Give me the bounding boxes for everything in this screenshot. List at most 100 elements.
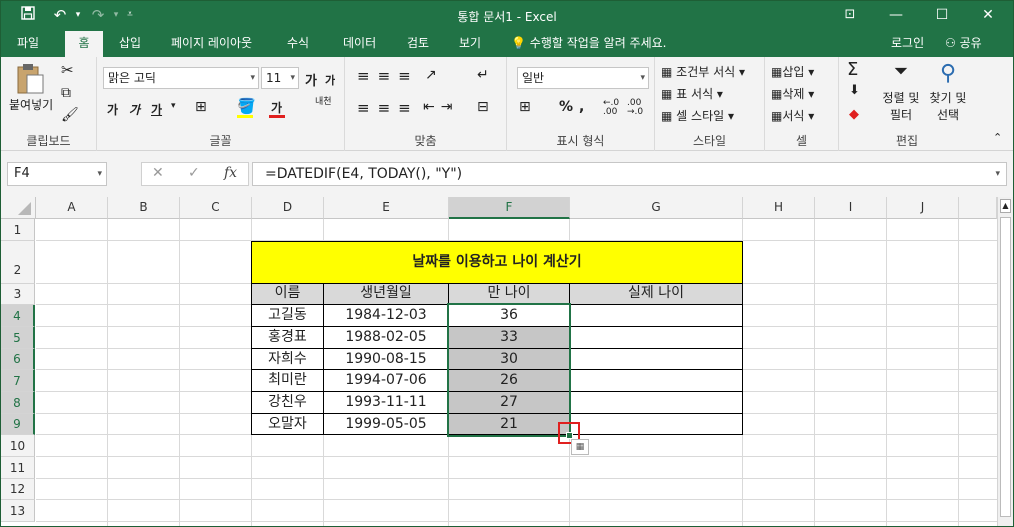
cut-icon[interactable]: ✂ [61,61,74,79]
column-header-b[interactable]: B [108,197,180,219]
decrease-decimal-icon[interactable]: .00 →.0 [627,99,643,117]
italic-button[interactable]: 가 [129,101,140,118]
restore-button[interactable]: ☐ [919,1,965,31]
format-cells-button[interactable]: ▦서식 ▾ [771,107,814,124]
comma-icon[interactable]: , [579,99,584,115]
paste-button[interactable]: 붙여넣기 [9,63,53,113]
orientation-icon[interactable]: ↗ [425,67,437,83]
cell-styles-icon: ▦ [661,109,673,123]
fill-color-bar [237,115,253,118]
tab-home[interactable]: 홈 [65,31,103,57]
login-link[interactable]: 로그인 [883,31,932,57]
indent-icons[interactable]: ⇤⇥ [423,99,458,115]
find-select-button[interactable]: ⚲ 찾기 및 선택 [925,61,971,123]
row-header-6[interactable]: 6 [1,349,35,370]
font-group: 맑은 고딕 ▾ 11 ▾ 가 가 가 가 가 ▾ ⊞ 🪣 가 내천 글꼴 [97,57,345,151]
ribbon-display-icon[interactable]: ⊡ [827,1,873,31]
share-button[interactable]: ⚇ 공유 [937,31,990,57]
column-header-a[interactable]: A [36,197,108,219]
name-box[interactable]: F4 ▾ [7,162,107,186]
quick-analysis-icon[interactable]: ▦ [571,439,589,455]
shrink-font-button[interactable]: 가 [325,72,335,88]
sheet-title-cell[interactable]: 날짜를 이용하고 나이 계산기 [251,241,743,284]
row-header-4[interactable]: 4 [1,305,35,327]
scroll-up-icon[interactable]: ▲ [1000,199,1011,213]
column-header-i[interactable]: I [815,197,887,219]
row-header-12[interactable]: 12 [1,479,35,500]
horizontal-align-icons[interactable]: ≡≡≡ [357,99,419,117]
scroll-thumb[interactable] [1000,217,1011,517]
expand-formula-icon[interactable]: ▾ [995,163,1000,185]
row-header-2[interactable]: 2 [1,241,35,284]
tab-data[interactable]: 데이터 [335,31,384,57]
grow-font-button[interactable]: 가 [305,70,317,89]
tab-insert[interactable]: 삽입 [111,31,149,57]
column-header-d[interactable]: D [252,197,324,219]
increase-decimal-icon[interactable]: ←.0.00 [603,99,619,117]
close-button[interactable]: ✕ [965,1,1011,31]
wrap-text-icon[interactable]: ↵ [477,67,489,83]
tab-page-layout[interactable]: 페이지 레이아웃 [163,31,260,57]
phonetic-button[interactable]: 내천 [315,97,332,107]
percent-icon[interactable]: % [559,99,573,115]
select-all-corner[interactable] [1,197,36,219]
font-name-dropdown[interactable]: 맑은 고딕 ▾ [103,67,259,89]
row-header-11[interactable]: 11 [1,457,35,479]
tab-view[interactable]: 보기 [451,31,489,57]
autosum-icon[interactable]: Σ [847,59,858,80]
conditional-format-button[interactable]: ▦ 조건부 서식 ▾ [661,63,745,80]
fill-color-icon[interactable]: 🪣 [237,97,256,115]
row-header-9[interactable]: 9 [1,414,35,435]
gridline [36,499,997,500]
cancel-icon[interactable]: ✕ [152,165,164,181]
format-cells-icon: ▦ [771,109,783,123]
cell-styles-button[interactable]: ▦ 셀 스타일 ▾ [661,107,734,124]
chevron-down-icon[interactable]: ▾ [171,101,176,111]
underline-button[interactable]: 가 [151,101,162,118]
format-painter-icon[interactable]: 🖌 [61,107,79,123]
vertical-align-icons[interactable]: ≡≡≡ [357,67,419,85]
column-header-k[interactable] [959,197,997,219]
formula-input[interactable]: =DATEDIF(E4, TODAY(), "Y") ▾ [252,162,1007,186]
worksheet-grid[interactable]: A B C D E F G H I J 1 2 3 4 5 6 7 8 9 10… [1,197,1013,526]
column-header-e[interactable]: E [324,197,449,219]
insert-cells-button[interactable]: ▦삽입 ▾ [771,63,814,80]
vertical-scrollbar[interactable]: ▲ [997,197,1013,526]
column-header-h[interactable]: H [743,197,815,219]
insert-function-icon[interactable]: fx [224,165,237,181]
bold-button[interactable]: 가 [107,101,118,118]
accounting-icon[interactable]: ⊞ [519,99,531,115]
tab-formulas[interactable]: 수식 [279,31,317,57]
copy-icon[interactable]: ⧉ [61,85,71,101]
formula-bar: F4 ▾ ✕ ✓ fx =DATEDIF(E4, TODAY(), "Y") ▾ [1,151,1013,197]
tab-review[interactable]: 검토 [399,31,437,57]
row-header-1[interactable]: 1 [1,219,35,241]
format-as-table-button[interactable]: ▦ 표 서식 ▾ [661,85,723,102]
gridline [36,521,997,522]
number-format-dropdown[interactable]: 일반 ▾ [517,67,649,89]
font-color-button[interactable]: 가 [271,99,282,116]
font-size-dropdown[interactable]: 11 ▾ [261,67,299,89]
minimize-button[interactable]: — [873,1,919,31]
column-header-f[interactable]: F [449,197,570,219]
tell-me-box[interactable]: 💡 수행할 작업을 알려 주세요. [511,31,666,55]
tab-file[interactable]: 파일 [9,31,47,57]
column-header-g[interactable]: G [570,197,743,219]
column-header-c[interactable]: C [180,197,252,219]
sort-filter-button[interactable]: ⏷ 정렬 및 필터 [881,61,921,123]
column-header-j[interactable]: J [887,197,959,219]
row-header-13[interactable]: 13 [1,500,35,522]
border-icon[interactable]: ⊞ [195,99,207,115]
merge-center-icon[interactable]: ⊟ [477,99,489,115]
fill-icon[interactable]: ⬇ [849,83,860,98]
row-header-8[interactable]: 8 [1,392,35,414]
row-header-10[interactable]: 10 [1,435,35,457]
row-header-3[interactable]: 3 [1,284,35,305]
clear-icon[interactable]: ◆ [849,107,859,122]
row-header-7[interactable]: 7 [1,370,35,392]
gridline [886,219,887,526]
row-header-5[interactable]: 5 [1,327,35,349]
delete-cells-button[interactable]: ▦삭제 ▾ [771,85,814,102]
enter-icon[interactable]: ✓ [188,165,200,181]
collapse-ribbon-icon[interactable]: ⌃ [993,131,1002,144]
